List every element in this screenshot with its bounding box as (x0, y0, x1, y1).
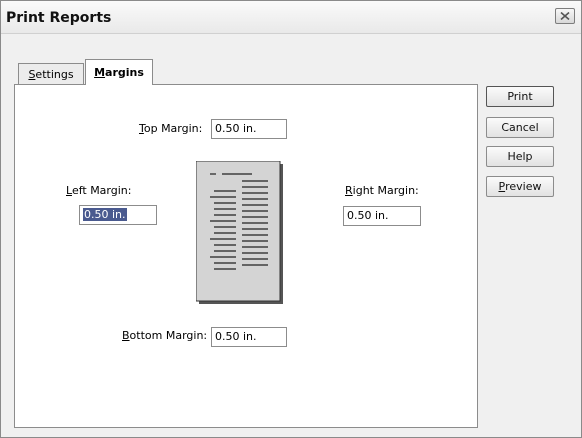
bottom-margin-hotkey: B (122, 329, 130, 342)
print-button-label: Print (507, 90, 533, 103)
tab-margins-label: argins (105, 66, 144, 79)
right-margin-label-text: ight Margin: (352, 184, 419, 197)
cancel-button[interactable]: Cancel (486, 117, 554, 138)
top-margin-label: Top Margin: (139, 122, 202, 135)
preview-button[interactable]: Preview (486, 176, 554, 197)
right-margin-hotkey: R (345, 184, 353, 197)
tab-settings-hotkey: S (28, 68, 36, 81)
preview-button-label: review (505, 180, 542, 193)
print-reports-dialog: Print Reports Settings Margins Top Margi… (0, 0, 582, 438)
right-margin-label: Right Margin: (345, 184, 419, 197)
preview-button-hotkey: P (498, 180, 506, 193)
left-margin-label: Left Margin: (66, 184, 131, 197)
top-margin-label-text: op Margin: (143, 122, 203, 135)
bottom-margin-label: Bottom Margin: (122, 329, 207, 342)
print-button[interactable]: Print (486, 86, 554, 107)
page-preview-icon (196, 161, 283, 304)
help-button[interactable]: Help (486, 146, 554, 167)
window-title: Print Reports (6, 10, 112, 26)
bottom-margin-value: 0.50 in. (215, 330, 257, 343)
tab-settings-label: ettings (35, 68, 74, 81)
close-icon (560, 12, 570, 20)
left-margin-label-text: eft Margin: (71, 184, 132, 197)
margins-panel: Top Margin: 0.50 in. Left Margin: 0.50 i… (14, 84, 478, 428)
help-button-label: Help (507, 150, 533, 163)
left-margin-value: 0.50 in. (83, 208, 127, 221)
top-margin-field[interactable]: 0.50 in. (211, 119, 287, 139)
bottom-margin-field[interactable]: 0.50 in. (211, 327, 287, 347)
tab-margins-hotkey: M (94, 66, 106, 79)
close-button[interactable] (555, 8, 575, 24)
top-margin-value: 0.50 in. (215, 122, 257, 135)
tab-margins[interactable]: Margins (85, 59, 153, 85)
cancel-button-label: Cancel (501, 121, 539, 134)
title-bar: Print Reports (1, 1, 581, 34)
tab-settings[interactable]: Settings (18, 63, 84, 85)
bottom-margin-label-text: ottom Margin: (129, 329, 208, 342)
right-margin-field[interactable]: 0.50 in. (343, 206, 421, 226)
left-margin-field[interactable]: 0.50 in. (79, 205, 157, 225)
right-margin-value: 0.50 in. (347, 209, 389, 222)
